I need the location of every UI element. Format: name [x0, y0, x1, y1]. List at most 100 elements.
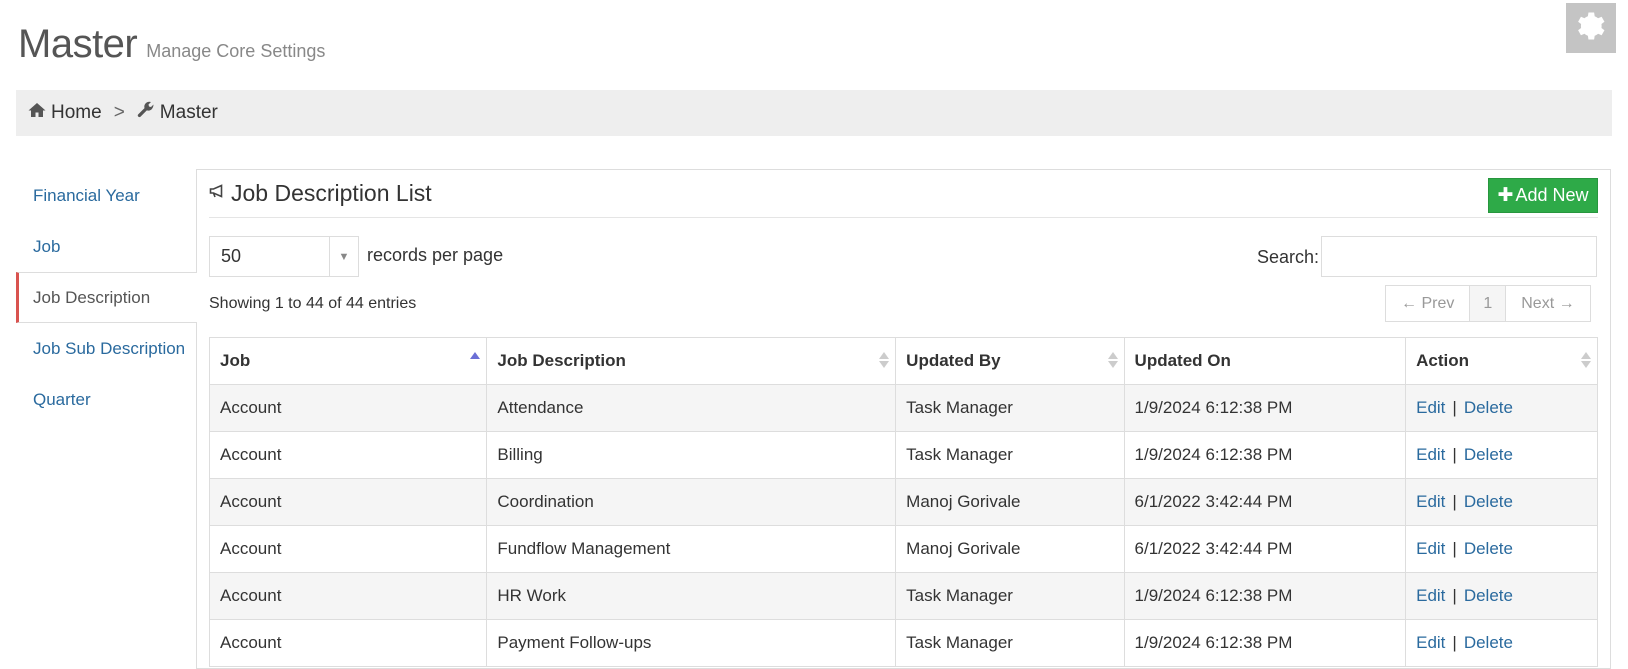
delete-link[interactable]: Delete	[1464, 539, 1513, 558]
panel-header: Job Description List ✚ Add New	[209, 170, 1598, 218]
sidebar-item-job-sub-description[interactable]: Job Sub Description	[16, 323, 196, 374]
column-header-label: Job	[220, 351, 251, 370]
column-header-updated-on[interactable]: Updated On	[1123, 337, 1407, 385]
job-description-panel: Job Description List ✚ Add New 50 ▼ reco…	[196, 169, 1611, 669]
edit-link[interactable]: Edit	[1416, 586, 1445, 605]
cell-job: Account	[208, 431, 488, 479]
cell-action: Edit | Delete	[1405, 619, 1598, 667]
chevron-down-icon: ▼	[329, 237, 358, 276]
delete-link[interactable]: Delete	[1464, 445, 1513, 464]
sort-ascending-icon	[470, 352, 481, 368]
sidebar-item-job-description[interactable]: Job Description	[16, 272, 197, 323]
add-new-label: Add New	[1515, 185, 1589, 205]
breadcrumb-master-label: Master	[159, 102, 218, 123]
column-header-updated-by[interactable]: Updated By	[895, 337, 1125, 385]
sort-icon	[879, 352, 890, 368]
cell-updated-on: 1/9/2024 6:12:38 PM	[1123, 384, 1407, 432]
home-icon	[28, 102, 51, 124]
cell-action: Edit | Delete	[1405, 384, 1598, 432]
edit-link[interactable]: Edit	[1416, 398, 1445, 417]
cell-job-description: HR Work	[486, 572, 897, 620]
edit-link[interactable]: Edit	[1416, 445, 1445, 464]
megaphone-icon	[209, 184, 225, 203]
column-header-label: Job Description	[497, 351, 626, 370]
cell-updated-on: 6/1/2022 3:42:44 PM	[1123, 478, 1407, 526]
action-separator: |	[1452, 633, 1457, 652]
cell-action: Edit | Delete	[1405, 431, 1598, 479]
sidebar-item-job[interactable]: Job	[16, 221, 196, 272]
cell-job-description: Fundflow Management	[486, 525, 897, 573]
search-label: Search:	[1257, 247, 1320, 267]
breadcrumb-home-label: Home	[51, 102, 102, 123]
action-separator: |	[1452, 539, 1457, 558]
column-header-label: Updated On	[1134, 351, 1231, 370]
next-page-button[interactable]: Next →	[1506, 286, 1589, 321]
sidebar-item-quarter[interactable]: Quarter	[16, 374, 196, 425]
edit-link[interactable]: Edit	[1416, 492, 1445, 511]
cell-job: Account	[208, 619, 488, 667]
cell-updated-on: 6/1/2022 3:42:44 PM	[1123, 525, 1407, 573]
cell-job: Account	[208, 384, 488, 432]
prev-page-button[interactable]: ← Prev	[1386, 286, 1469, 321]
cell-job: Account	[208, 572, 488, 620]
table-row: Account HR Work Task Manager 1/9/2024 6:…	[208, 572, 1598, 620]
wrench-icon	[137, 101, 160, 125]
cell-job: Account	[208, 525, 488, 573]
delete-link[interactable]: Delete	[1464, 633, 1513, 652]
cell-updated-on: 1/9/2024 6:12:38 PM	[1123, 619, 1407, 667]
cell-job-description: Payment Follow-ups	[486, 619, 897, 667]
sidebar-item-financial-year[interactable]: Financial Year	[16, 170, 196, 221]
cell-job-description: Attendance	[486, 384, 897, 432]
settings-button[interactable]	[1566, 3, 1616, 53]
delete-link[interactable]: Delete	[1464, 398, 1513, 417]
sort-icon	[1107, 352, 1118, 368]
sort-icon	[1581, 352, 1591, 368]
table-info: Showing 1 to 44 of 44 entries	[209, 295, 417, 312]
breadcrumb-separator: >	[113, 102, 125, 123]
cell-updated-by: Manoj Gorivale	[895, 525, 1125, 573]
cell-action: Edit | Delete	[1405, 572, 1598, 620]
breadcrumb-master[interactable]: Master	[137, 101, 218, 125]
cell-job-description: Coordination	[486, 478, 897, 526]
delete-link[interactable]: Delete	[1464, 492, 1513, 511]
cell-updated-on: 1/9/2024 6:12:38 PM	[1123, 572, 1407, 620]
page-number-button[interactable]: 1	[1469, 286, 1507, 321]
column-header-label: Updated By	[906, 351, 1001, 370]
records-per-page-select[interactable]: 50 ▼	[209, 236, 359, 277]
action-separator: |	[1452, 445, 1457, 464]
plus-icon: ✚	[1497, 185, 1514, 206]
table-row: Account Billing Task Manager 1/9/2024 6:…	[208, 431, 1598, 479]
master-sidebar: Financial Year Job Job Description Job S…	[16, 170, 197, 425]
breadcrumb: Home > Master	[16, 90, 1612, 136]
table-row: Account Payment Follow-ups Task Manager …	[208, 619, 1598, 667]
table-row: Account Fundflow Management Manoj Goriva…	[208, 525, 1598, 573]
records-per-page-value: 50	[221, 246, 242, 266]
gear-icon	[1574, 9, 1608, 48]
breadcrumb-home[interactable]: Home	[28, 102, 102, 124]
edit-link[interactable]: Edit	[1416, 633, 1445, 652]
table-header-row: Job Job Description Updated By Updated O…	[208, 337, 1598, 385]
records-per-page-label: records per page	[367, 245, 504, 265]
page-subtitle: Manage Core Settings	[146, 41, 326, 61]
column-header-label: Action	[1416, 351, 1469, 370]
panel-title: Job Description List	[231, 180, 432, 206]
page-header: Master Manage Core Settings	[18, 22, 325, 67]
cell-updated-by: Task Manager	[895, 384, 1125, 432]
column-header-job-description[interactable]: Job Description	[486, 337, 897, 385]
search-input[interactable]	[1321, 236, 1597, 277]
pagination: ← Prev 1 Next →	[1385, 285, 1591, 322]
table-row: Account Attendance Task Manager 1/9/2024…	[208, 384, 1598, 432]
column-header-action[interactable]: Action	[1405, 337, 1598, 385]
cell-updated-on: 1/9/2024 6:12:38 PM	[1123, 431, 1407, 479]
job-description-table: Job Job Description Updated By Updated O…	[208, 337, 1598, 667]
cell-updated-by: Manoj Gorivale	[895, 478, 1125, 526]
cell-updated-by: Task Manager	[895, 619, 1125, 667]
edit-link[interactable]: Edit	[1416, 539, 1445, 558]
add-new-button[interactable]: ✚ Add New	[1488, 178, 1598, 213]
cell-updated-by: Task Manager	[895, 572, 1125, 620]
column-header-job[interactable]: Job	[208, 337, 488, 385]
delete-link[interactable]: Delete	[1464, 586, 1513, 605]
cell-updated-by: Task Manager	[895, 431, 1125, 479]
cell-job-description: Billing	[486, 431, 897, 479]
action-separator: |	[1452, 586, 1457, 605]
